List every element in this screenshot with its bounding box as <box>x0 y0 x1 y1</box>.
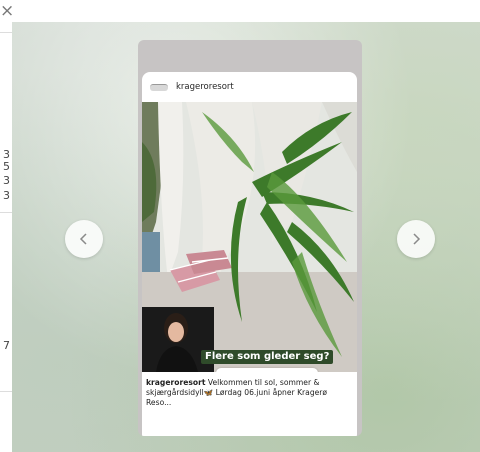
story-image[interactable]: Flere som gleder seg? 💯 <box>142 102 357 372</box>
chevron-right-icon <box>413 233 421 245</box>
story-username[interactable]: krageroresort <box>176 82 234 92</box>
chevron-left-icon <box>79 233 87 245</box>
background-number: 3 <box>3 174 10 187</box>
divider <box>0 32 12 33</box>
background-number: 7 <box>3 339 10 352</box>
story-photo <box>142 102 357 372</box>
story-frame: krageroresort Flere som gleder seg? krag… <box>138 40 362 436</box>
divider <box>0 391 12 392</box>
background-number: 5 <box>3 160 10 173</box>
avatar[interactable] <box>150 83 168 91</box>
story-caption: krageroresort Velkommen til sol, sommer … <box>146 378 353 408</box>
caption-username[interactable]: krageroresort <box>146 378 205 387</box>
background-number: 3 <box>3 189 10 202</box>
question-sticker-label: Flere som gleder seg? <box>201 350 334 364</box>
story-header: krageroresort <box>142 72 357 102</box>
previous-story-button[interactable] <box>65 220 103 258</box>
next-story-button[interactable] <box>397 220 435 258</box>
divider <box>0 212 12 213</box>
close-icon[interactable]: × <box>0 2 14 20</box>
emoji-slider-sticker[interactable]: 💯 <box>216 368 318 372</box>
story-card[interactable]: krageroresort Flere som gleder seg? krag… <box>142 72 357 436</box>
